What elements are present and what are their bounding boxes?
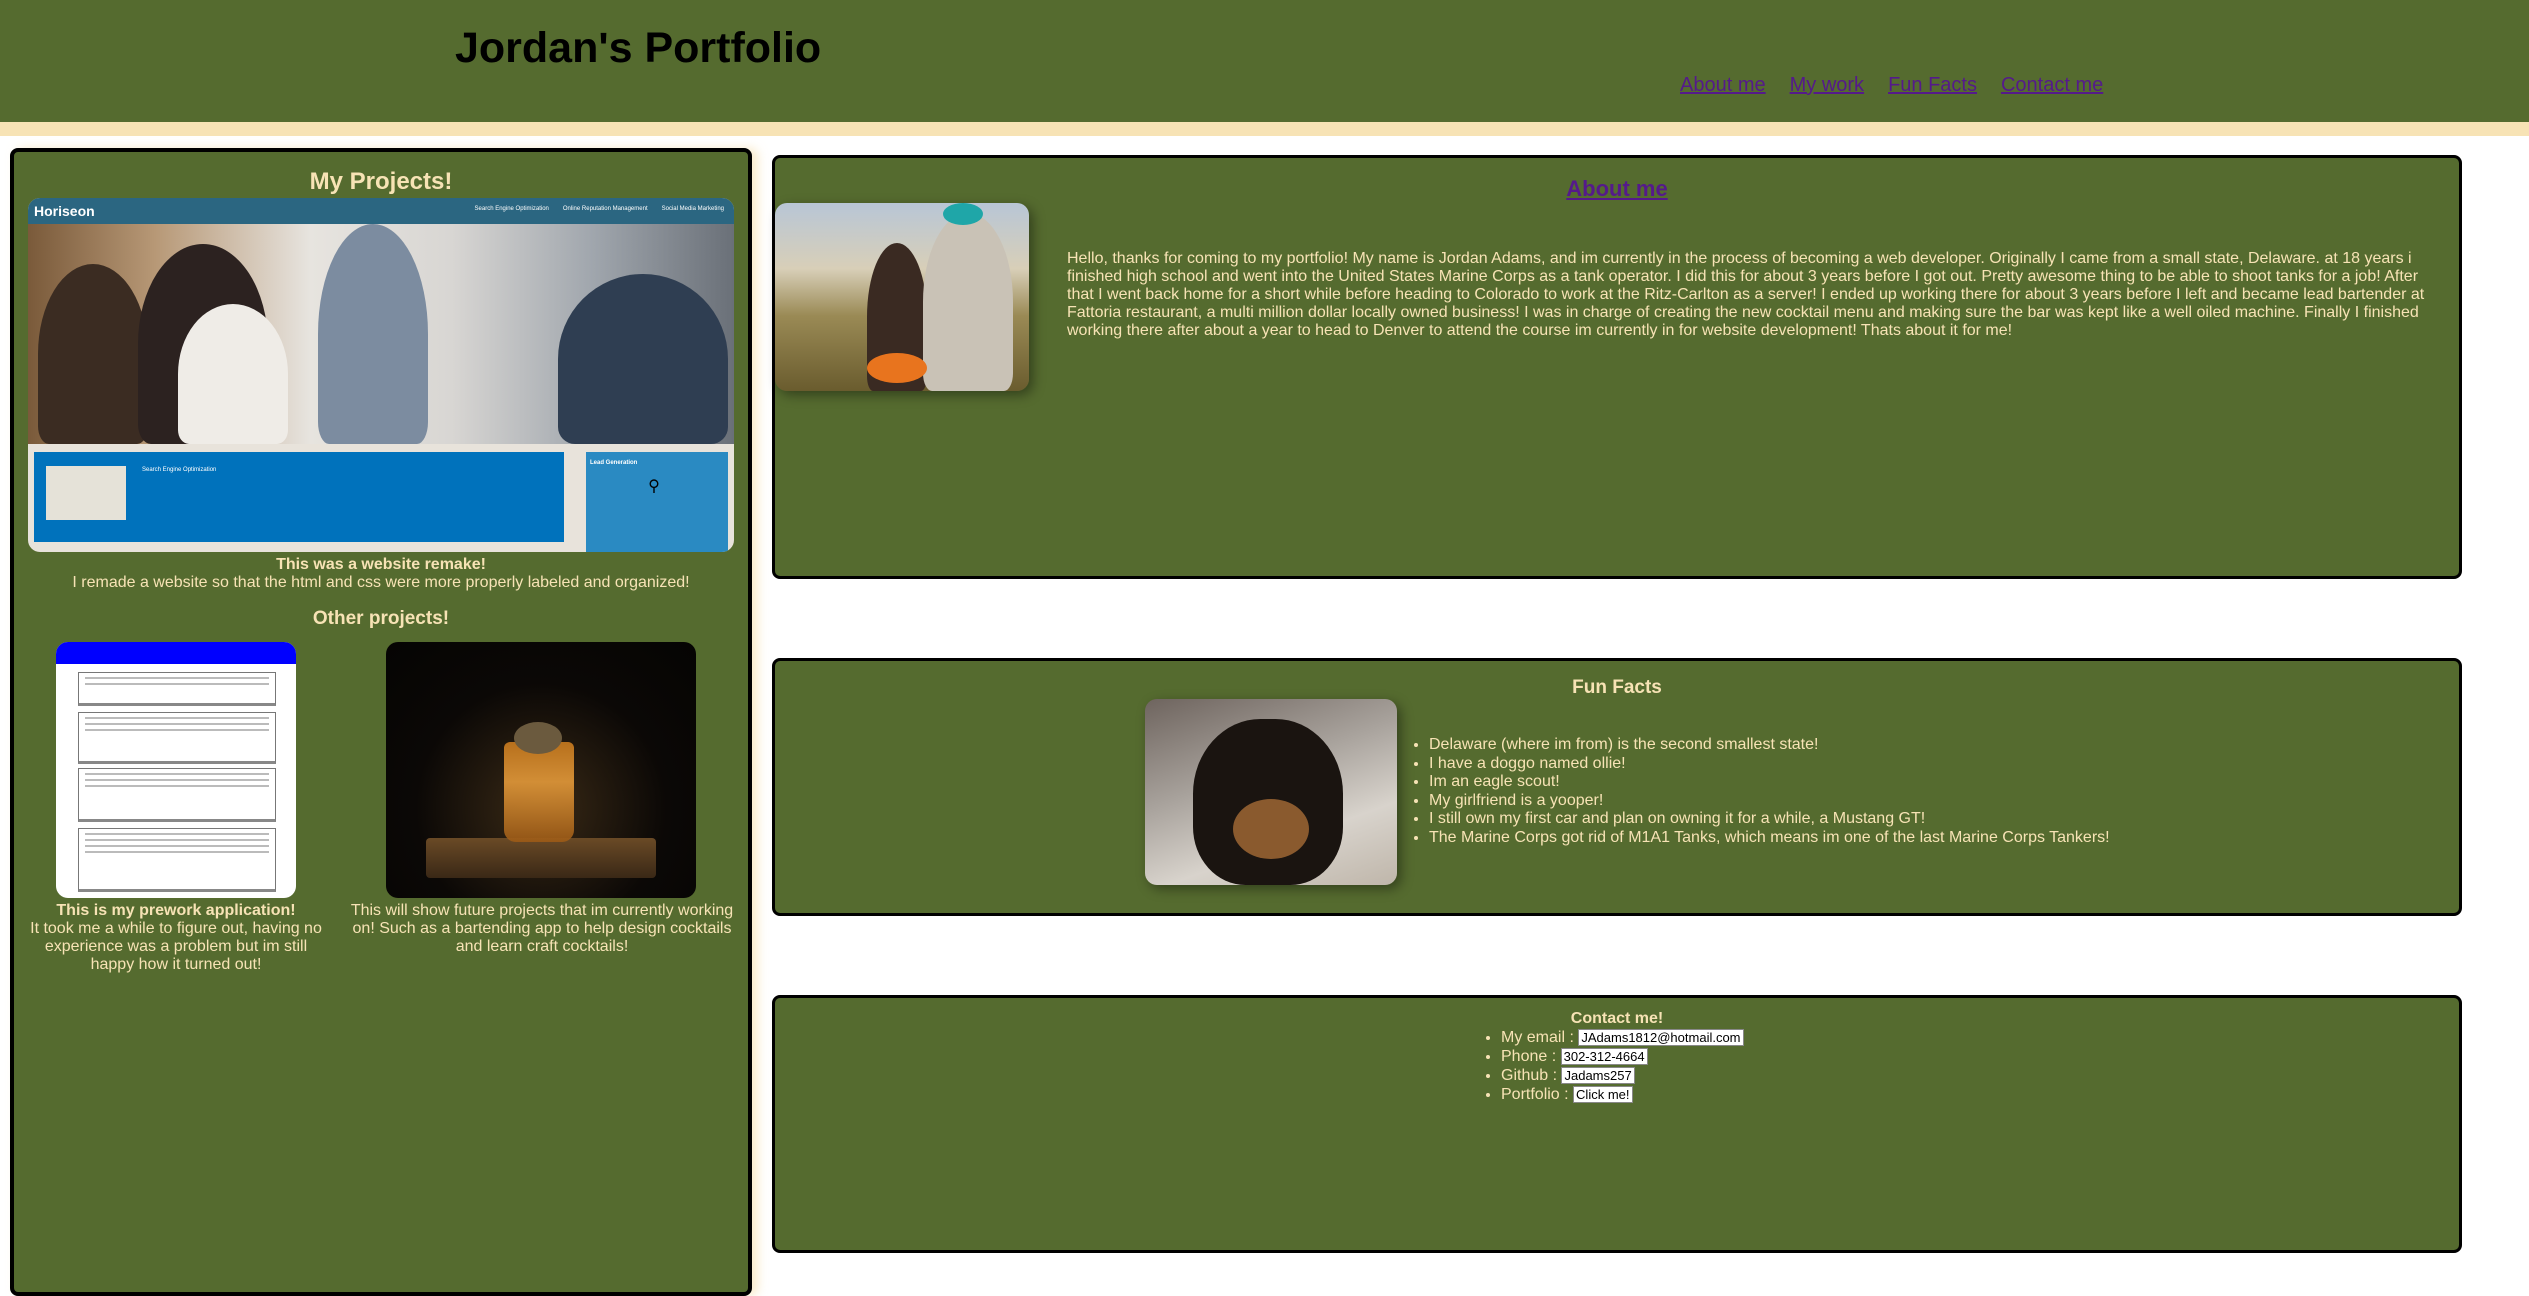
about-text: Hello, thanks for coming to my portfolio…	[1067, 250, 2425, 339]
contact-portfolio-item: Portfolio : Click me!	[1501, 1085, 1744, 1104]
contact-email-item: My email : JAdams1812@hotmail.com	[1501, 1028, 1744, 1047]
contact-portfolio-label: Portfolio :	[1501, 1086, 1569, 1103]
screenshot-content-title: Search Engine Optimization	[142, 467, 217, 473]
website-remake-caption-text: I remade a website so that the html and …	[72, 574, 690, 591]
key-icon: ⚲	[648, 478, 660, 495]
fun-facts-list: Delaware (where im from) is the second s…	[1411, 736, 2110, 847]
screenshot-nav-item: Online Reputation Management	[562, 206, 648, 212]
dog-photo	[1145, 699, 1397, 885]
wood-board	[426, 838, 656, 878]
site-title: Jordan's Portfolio	[455, 24, 822, 72]
screenshot-content-block: Search Engine Optimization	[34, 452, 564, 542]
fun-fact-item: My girlfriend is a yooper!	[1429, 792, 2110, 811]
contact-email-value[interactable]: JAdams1812@hotmail.com	[1578, 1029, 1744, 1046]
screenshot-header: Horiseon Search Engine Optimization Onli…	[28, 198, 734, 224]
main-nav: About me My work Fun Facts Contact me	[1680, 74, 2103, 97]
screenshot-side-title: Lead Generation	[590, 460, 638, 466]
prework-caption-text: It took me a while to figure out, having…	[30, 920, 322, 973]
pumpkin-shape	[867, 353, 927, 383]
contact-title: Contact me!	[1570, 1010, 1664, 1027]
screenshot-thumbnail	[46, 466, 126, 520]
other-projects-title: Other projects!	[312, 608, 450, 629]
fun-fact-item: Delaware (where im from) is the second s…	[1429, 736, 2110, 755]
website-remake-screenshot[interactable]: Horiseon Search Engine Optimization Onli…	[28, 198, 734, 552]
dog-face-shape	[1233, 799, 1309, 859]
about-title[interactable]: About me	[775, 176, 2459, 202]
website-remake-caption-title: This was a website remake!	[276, 556, 486, 573]
screenshot-nav: Search Engine Optimization Online Reputa…	[475, 206, 724, 212]
cap-shape	[943, 203, 983, 225]
prework-caption: This is my prework application! It took …	[26, 902, 326, 974]
screenshot-hero-image	[28, 224, 734, 444]
person-shape	[923, 213, 1013, 391]
person-shape	[38, 264, 148, 444]
prework-screenshot[interactable]	[56, 642, 296, 898]
fun-fact-item: Im an eagle scout!	[1429, 773, 2110, 792]
person-shape	[558, 274, 728, 444]
fun-facts-panel: Fun Facts Delaware (where im from) is th…	[772, 658, 2462, 916]
fun-fact-item: The Marine Corps got rid of M1A1 Tanks, …	[1429, 829, 2110, 848]
fun-fact-item: I still own my first car and plan on own…	[1429, 810, 2110, 829]
future-projects-caption: This will show future projects that im c…	[350, 902, 734, 955]
contact-portfolio-button[interactable]: Click me!	[1573, 1086, 1633, 1103]
contact-phone-label: Phone :	[1501, 1048, 1557, 1065]
prework-section	[78, 712, 276, 764]
prework-header	[56, 642, 296, 664]
contact-list: My email : JAdams1812@hotmail.com Phone …	[1483, 1028, 1744, 1104]
projects-title: My Projects!	[309, 168, 453, 195]
screenshot-side-block: Lead Generation ⚲	[586, 452, 728, 552]
projects-panel: My Projects! Horiseon Search Engine Opti…	[10, 148, 752, 1296]
site-header: Jordan's Portfolio About me My work Fun …	[0, 0, 2529, 122]
prework-section	[78, 672, 276, 706]
nav-about-link[interactable]: About me	[1680, 74, 1766, 97]
person-shape	[178, 304, 288, 444]
about-panel: About me Hello, thanks for coming to my …	[772, 155, 2462, 579]
cocktail-image[interactable]	[386, 642, 696, 898]
screenshot-nav-item: Social Media Marketing	[661, 206, 724, 212]
nav-fun-facts-link[interactable]: Fun Facts	[1888, 74, 1977, 97]
contact-github-value[interactable]: Jadams257	[1561, 1067, 1635, 1084]
contact-github-label: Github :	[1501, 1067, 1558, 1084]
prework-section	[78, 828, 276, 892]
contact-email-label: My email :	[1501, 1029, 1574, 1046]
contact-phone-value[interactable]: 302-312-4664	[1560, 1048, 1648, 1065]
fun-facts-title: Fun Facts	[1572, 677, 1662, 698]
cocktail-glass	[504, 742, 574, 842]
nav-work-link[interactable]: My work	[1790, 74, 1864, 97]
nav-contact-link[interactable]: Contact me	[2001, 74, 2103, 97]
about-photo	[775, 203, 1029, 391]
screenshot-logo: Horiseon	[34, 203, 95, 219]
header-divider	[0, 122, 2529, 136]
prework-caption-title: This is my prework application!	[56, 902, 296, 919]
fun-fact-item: I have a doggo named ollie!	[1429, 755, 2110, 774]
prework-section	[78, 768, 276, 822]
cocktail-garnish	[514, 722, 562, 754]
contact-panel: Contact me! My email : JAdams1812@hotmai…	[772, 995, 2462, 1253]
screenshot-nav-item: Search Engine Optimization	[474, 206, 549, 212]
website-remake-caption: This was a website remake! I remade a we…	[14, 556, 748, 592]
contact-github-item: Github : Jadams257	[1501, 1066, 1744, 1085]
contact-phone-item: Phone : 302-312-4664	[1501, 1047, 1744, 1066]
person-shape	[318, 224, 428, 444]
